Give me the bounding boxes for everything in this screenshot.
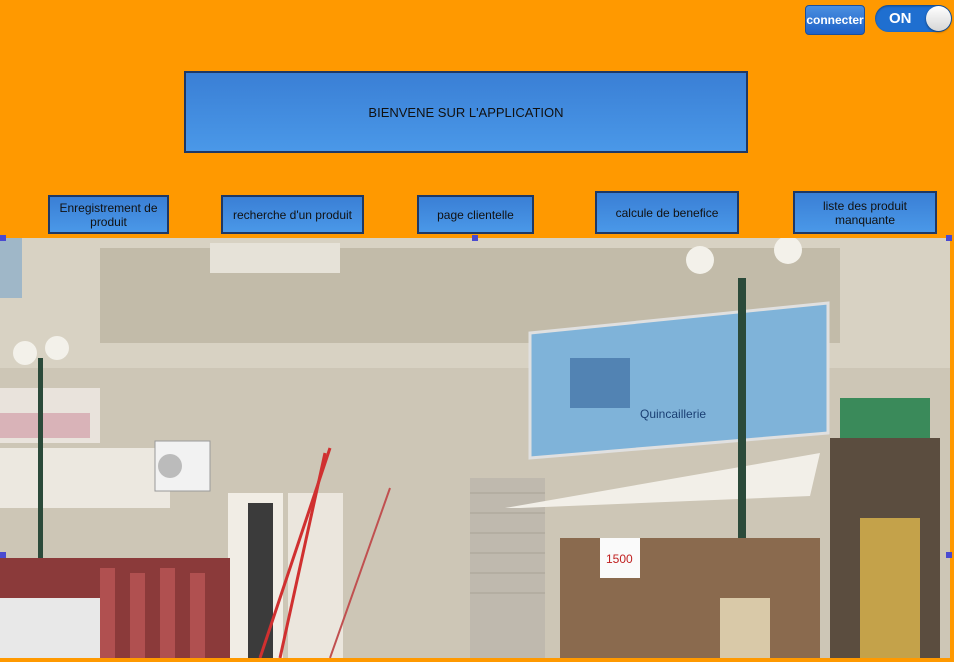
customer-page-button[interactable]: page clientelle — [417, 195, 534, 234]
profit-calculation-label: calcule de benefice — [615, 205, 719, 220]
product-registration-button[interactable]: Enregistrement de produit — [48, 195, 169, 234]
customer-page-label: page clientelle — [437, 207, 514, 222]
product-search-label: recherche d'un produit — [232, 207, 353, 222]
resize-handle-top-center[interactable] — [472, 235, 478, 241]
resize-handle-top-right[interactable] — [946, 235, 952, 241]
resize-handle-middle-right[interactable] — [946, 552, 952, 558]
toggle-label: ON — [889, 10, 912, 27]
on-off-toggle[interactable]: ON — [875, 5, 952, 32]
storefront-photo: Quincaillerie 1500 — [0, 238, 950, 658]
price-tag: 1500 — [606, 552, 633, 566]
welcome-banner: BIENVENE SUR L'APPLICATION — [184, 71, 748, 153]
shop-sign-text: Quincaillerie — [640, 407, 706, 421]
storefront-illustration: Quincaillerie 1500 — [0, 238, 950, 658]
profit-calculation-button[interactable]: calcule de benefice — [595, 191, 739, 234]
product-registration-label: Enregistrement de produit — [59, 200, 158, 229]
missing-products-label: liste des produit manquante — [822, 198, 908, 227]
welcome-title: BIENVENE SUR L'APPLICATION — [368, 104, 564, 120]
connect-button[interactable]: connecter — [805, 5, 865, 35]
resize-handle-top-left[interactable] — [0, 235, 6, 241]
resize-handle-middle-left[interactable] — [0, 552, 6, 558]
missing-products-button[interactable]: liste des produit manquante — [793, 191, 937, 234]
toggle-knob[interactable] — [926, 6, 951, 31]
product-search-button[interactable]: recherche d'un produit — [221, 195, 364, 234]
